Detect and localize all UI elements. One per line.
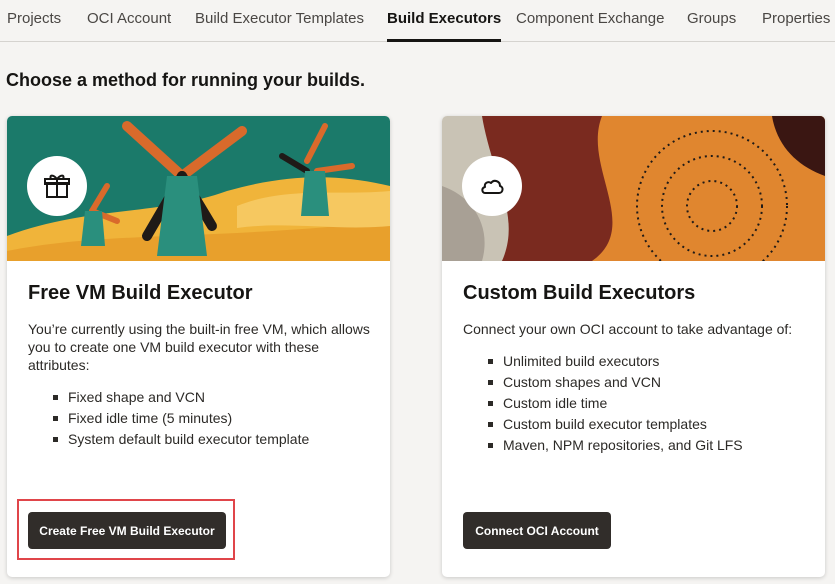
gift-badge <box>27 156 87 216</box>
button-highlight-frame <box>17 499 235 560</box>
list-item: Unlimited build executors <box>463 351 743 372</box>
cloud-badge <box>462 156 522 216</box>
tab-build-executor-templates[interactable]: Build Executor Templates <box>195 0 364 42</box>
free-vm-description: You’re currently using the built-in free… <box>28 321 370 373</box>
list-item: Fixed shape and VCN <box>28 387 309 408</box>
cloud-icon <box>477 171 507 201</box>
tab-groups[interactable]: Groups <box>687 0 736 42</box>
free-vm-banner-illustration <box>7 116 390 261</box>
list-item: Custom shapes and VCN <box>463 372 743 393</box>
tab-component-exchange[interactable]: Component Exchange <box>516 0 664 42</box>
tab-bar: Projects OCI Account Build Executor Temp… <box>0 0 835 42</box>
custom-benefits: Unlimited build executors Custom shapes … <box>463 351 743 456</box>
tab-properties[interactable]: Properties <box>762 0 830 42</box>
tab-projects[interactable]: Projects <box>7 0 61 42</box>
connect-oci-account-button[interactable]: Connect OCI Account <box>463 512 611 549</box>
page-heading: Choose a method for running your builds. <box>6 70 365 90</box>
custom-description: Connect your own OCI account to take adv… <box>463 321 793 337</box>
custom-title: Custom Build Executors <box>463 282 696 304</box>
list-item: Fixed idle time (5 minutes) <box>28 408 309 429</box>
tab-oci-account[interactable]: OCI Account <box>87 0 171 42</box>
list-item: System default build executor template <box>28 429 309 450</box>
list-item: Custom idle time <box>463 393 743 414</box>
free-vm-attributes: Fixed shape and VCN Fixed idle time (5 m… <box>28 387 309 450</box>
list-item: Maven, NPM repositories, and Git LFS <box>463 435 743 456</box>
gift-icon <box>42 171 72 201</box>
custom-banner-illustration <box>442 116 825 261</box>
list-item: Custom build executor templates <box>463 414 743 435</box>
custom-build-executors-card: Custom Build Executors Connect your own … <box>442 116 825 577</box>
free-vm-title: Free VM Build Executor <box>28 282 253 304</box>
tab-build-executors[interactable]: Build Executors <box>387 0 502 42</box>
